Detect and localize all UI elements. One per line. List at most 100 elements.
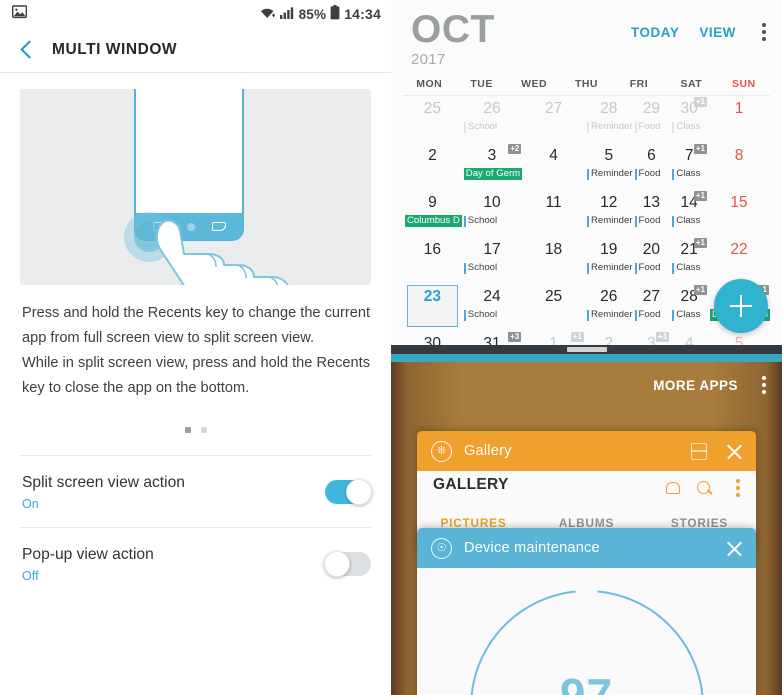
calendar-day-cell[interactable]: +331Halloween :: xyxy=(462,331,522,345)
event-label: Reminder xyxy=(590,168,633,179)
pager-dots[interactable] xyxy=(0,427,391,433)
day-events: Reminder xyxy=(585,121,633,133)
event-item[interactable]: Class xyxy=(672,309,708,321)
event-item[interactable]: Class xyxy=(672,121,708,133)
close-icon[interactable] xyxy=(725,539,744,558)
drag-handle-icon[interactable] xyxy=(391,345,782,354)
window-device-maintenance[interactable]: ☉ Device maintenance 97 xyxy=(417,528,756,695)
event-item[interactable]: Reminder xyxy=(586,309,633,321)
calendar-day-cell[interactable]: +1 14 Class xyxy=(670,190,708,237)
calendar-day-cell[interactable]: 9 Columbus D xyxy=(403,190,462,237)
event-label: Reminder xyxy=(590,121,633,132)
event-item[interactable]: Class xyxy=(672,262,708,274)
calendar-day-cell[interactable]: 24 School xyxy=(462,284,522,331)
calendar-day-cell[interactable]: 20 Food xyxy=(633,237,671,284)
event-item[interactable]: School xyxy=(463,121,522,133)
calendar-day-cell[interactable]: 15 xyxy=(708,190,770,237)
today-button[interactable]: TODAY xyxy=(631,25,679,40)
split-screen-view-toggle[interactable] xyxy=(325,478,372,505)
calendar-day-cell[interactable]: 27 Food xyxy=(633,284,671,331)
calendar-day-cell[interactable]: 4 xyxy=(522,143,585,190)
event-label: Food xyxy=(638,215,661,226)
calendar-day-cell[interactable]: 10 School xyxy=(462,190,522,237)
day-number: 20 xyxy=(642,241,661,258)
event-item[interactable]: Food xyxy=(634,168,671,180)
event-item[interactable]: Food xyxy=(634,309,671,321)
event-color-bar xyxy=(672,215,675,227)
event-item[interactable]: Class xyxy=(672,168,708,180)
calendar-day-cell[interactable]: 11 xyxy=(522,190,585,237)
event-item[interactable]: Reminder xyxy=(586,121,633,133)
event-item[interactable]: Reminder xyxy=(586,262,633,274)
more-apps-button[interactable]: MORE APPS xyxy=(653,378,738,393)
close-icon[interactable] xyxy=(725,442,744,461)
day-number: 22 xyxy=(730,241,748,258)
calendar-day-cell[interactable]: +11All Saints' Da xyxy=(522,331,585,345)
event-item[interactable]: Class xyxy=(672,215,708,227)
calendar-day-cell[interactable]: +1 30 Class xyxy=(670,96,708,143)
pager-dot-1[interactable] xyxy=(184,427,191,433)
clock-label: 14:34 xyxy=(344,6,381,22)
setting-split-screen-view-action[interactable]: Split screen view action On xyxy=(0,456,391,527)
calendar-day-cell[interactable]: 18 xyxy=(522,237,585,284)
search-icon[interactable] xyxy=(697,480,712,496)
calendar-day-cell[interactable]: +13Food xyxy=(633,331,671,345)
event-item[interactable]: Food xyxy=(634,262,671,274)
event-color-bar xyxy=(463,121,466,133)
day-number: 25 xyxy=(423,100,442,117)
calendar-day-cell[interactable]: 28 Reminder xyxy=(585,96,633,143)
popup-view-toggle[interactable] xyxy=(324,550,371,577)
kebab-menu-icon[interactable] xyxy=(730,477,742,499)
split-screen-icon[interactable] xyxy=(691,442,707,460)
setting-popup-view-action[interactable]: Pop-up view action Off xyxy=(0,528,391,599)
calendar-day-cell[interactable]: 16 xyxy=(403,237,462,284)
event-item[interactable]: Reminder xyxy=(586,215,633,227)
calendar-day-cell[interactable]: 2Reminder xyxy=(585,331,633,345)
calendar-day-cell[interactable]: 5 Reminder xyxy=(585,143,633,190)
calendar-day-cell[interactable]: 30 xyxy=(403,331,462,345)
event-label: Food xyxy=(638,168,661,179)
kebab-menu-icon[interactable] xyxy=(756,374,768,396)
calendar-day-cell[interactable]: 1 xyxy=(708,96,770,143)
calendar-day-cell[interactable]: 26 School xyxy=(462,96,522,143)
event-chip[interactable]: Columbus D xyxy=(405,215,462,227)
event-item[interactable]: Reminder xyxy=(586,168,633,180)
view-button[interactable]: VIEW xyxy=(699,25,736,40)
event-item[interactable]: School xyxy=(463,262,522,274)
day-number: 29 xyxy=(642,100,661,117)
calendar-day-cell[interactable]: +1 7 Class xyxy=(670,143,708,190)
calendar-day-cell[interactable]: 13 Food xyxy=(633,190,671,237)
kebab-menu-icon[interactable] xyxy=(756,21,768,43)
calendar-day-cell[interactable]: 23 xyxy=(403,284,462,331)
device-maintenance-content: 97 xyxy=(417,568,756,695)
calendar-day-cell[interactable]: 29 Food xyxy=(633,96,671,143)
day-number: 27 xyxy=(544,100,563,117)
add-event-fab[interactable] xyxy=(714,279,768,333)
event-item[interactable]: Food xyxy=(634,121,671,133)
event-item[interactable]: School xyxy=(463,215,522,227)
calendar-day-cell[interactable]: 5 xyxy=(708,331,770,345)
calendar-month-year: OCT 2017 xyxy=(411,10,495,68)
calendar-day-cell[interactable]: 8 xyxy=(708,143,770,190)
event-item[interactable]: Food xyxy=(634,215,671,227)
event-item[interactable]: School xyxy=(463,309,522,321)
calendar-day-cell[interactable]: +2 3 Day of Germ xyxy=(462,143,523,190)
back-chevron-icon[interactable] xyxy=(14,37,40,63)
calendar-day-cell[interactable]: 2 xyxy=(403,143,462,190)
calendar-day-cell[interactable]: 12 Reminder xyxy=(585,190,633,237)
event-chip[interactable]: Day of Germ xyxy=(463,168,523,180)
calendar-day-cell[interactable]: 6 Food xyxy=(633,143,671,190)
pager-dot-2[interactable] xyxy=(200,427,207,433)
calendar-day-cell[interactable]: 25 xyxy=(522,284,585,331)
calendar-day-cell[interactable]: 19 Reminder xyxy=(585,237,633,284)
event-label: Class xyxy=(676,262,701,273)
calendar-day-cell[interactable]: +1 28 Class xyxy=(670,284,708,331)
calendar-day-cell[interactable]: 22 xyxy=(708,237,770,284)
calendar-day-cell[interactable]: +1 21 Class xyxy=(670,237,708,284)
calendar-day-cell[interactable]: 27 xyxy=(522,96,585,143)
calendar-day-cell[interactable]: 26 Reminder xyxy=(585,284,633,331)
calendar-day-cell[interactable]: 4Class xyxy=(670,331,708,345)
bell-icon[interactable] xyxy=(665,481,680,496)
calendar-day-cell[interactable]: 25 xyxy=(403,96,462,143)
calendar-day-cell[interactable]: 17 School xyxy=(462,237,522,284)
